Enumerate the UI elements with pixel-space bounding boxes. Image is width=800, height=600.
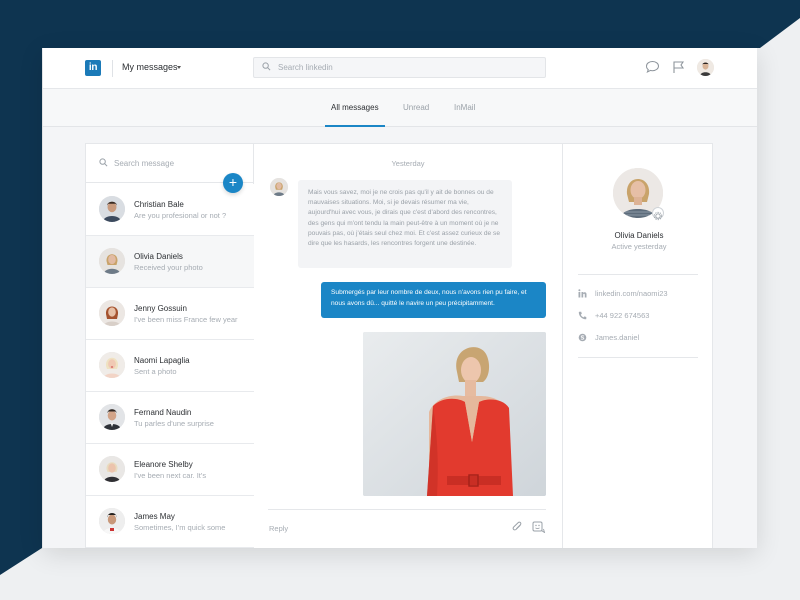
avatar (99, 404, 125, 430)
skype-icon (578, 333, 587, 342)
avatar (99, 300, 125, 326)
search-placeholder: Search message (114, 159, 175, 168)
outgoing-message: Submergés par leur nombre de deux, nous … (321, 282, 546, 318)
conversation-item[interactable]: Olivia Daniels Received your photo (86, 236, 254, 288)
flag-icon[interactable] (672, 60, 685, 74)
tab-inmail[interactable]: InMail (454, 103, 475, 112)
avatar (99, 508, 125, 534)
active-tab-indicator (325, 125, 385, 127)
tab-unread[interactable]: Unread (403, 103, 429, 112)
linkedin-url: linkedin.com/naomi23 (595, 289, 668, 298)
conversation-name: James May (134, 512, 175, 521)
linkedin-logo[interactable]: in (85, 60, 101, 76)
divider (112, 60, 113, 77)
linkedin-icon (578, 289, 587, 298)
conversation-item[interactable]: Naomi Lapaglia Sent a photo (86, 340, 254, 392)
conversation-preview: Are you profesional or not ? (134, 211, 227, 220)
avatar (99, 196, 125, 222)
date-separator: Yesterday (391, 159, 425, 168)
user-avatar[interactable] (697, 59, 714, 76)
conversation-preview: Tu parles d'une surprise (134, 419, 214, 428)
app-window: in My messages Search linkedin All messa… (43, 48, 757, 548)
conversation-name: Naomi Lapaglia (134, 356, 190, 365)
divider (578, 357, 698, 358)
conversation-sidebar: Search message + Christian Bale Are you … (86, 144, 254, 548)
message-tabs: All messages Unread InMail (43, 89, 757, 127)
chat-thread: Yesterday Mais vous savez, moi je ne cro… (254, 144, 562, 548)
phone-number: +44 922 674563 (595, 311, 650, 320)
emoji-icon[interactable] (532, 521, 546, 533)
conversation-preview: Received your photo (134, 263, 203, 272)
conversation-preview: I've been next car. It's (134, 471, 207, 480)
new-message-button[interactable]: + (223, 173, 243, 193)
profile-panel: Olivia Daniels Active yesterday linkedin… (562, 144, 714, 548)
profile-status: Active yesterday (611, 242, 667, 251)
search-placeholder: Search linkedin (278, 63, 333, 72)
tab-all-messages[interactable]: All messages (331, 103, 379, 112)
conversation-preview: Sometimes, I'm quick some (134, 523, 226, 532)
profile-linkedin[interactable]: linkedin.com/naomi23 (578, 288, 708, 300)
divider (268, 509, 546, 510)
conversation-name: Jenny Gossuin (134, 304, 187, 313)
conversation-item[interactable]: James May Sometimes, I'm quick some (86, 496, 254, 548)
conversation-item[interactable]: Fernand Naudin Tu parles d'une surprise (86, 392, 254, 444)
skype-handle: James.daniel (595, 333, 640, 342)
conversation-name: Eleanore Shelby (134, 460, 193, 469)
conversation-name: Fernand Naudin (134, 408, 192, 417)
conversation-list: Christian Bale Are you profesional or no… (86, 184, 254, 548)
phone-icon (578, 311, 587, 320)
avatar (99, 456, 125, 482)
chat-bubble-icon[interactable] (645, 60, 660, 74)
global-search-input[interactable]: Search linkedin (253, 57, 546, 78)
gear-icon[interactable] (652, 207, 664, 221)
messages-panel: Search message + Christian Bale Are you … (85, 143, 713, 548)
conversation-item[interactable]: Jenny Gossuin I've been miss France few … (86, 288, 254, 340)
incoming-message: Mais vous savez, moi je ne crois pas qu'… (298, 180, 512, 268)
shared-photo[interactable] (363, 332, 546, 496)
paperclip-icon[interactable] (512, 521, 524, 533)
profile-skype[interactable]: James.daniel (578, 332, 708, 344)
profile-name: Olivia Daniels (614, 231, 664, 240)
top-bar: in My messages Search linkedin (43, 48, 757, 89)
search-icon (262, 62, 271, 71)
conversation-item[interactable]: Eleanore Shelby I've been next car. It's (86, 444, 254, 496)
conversation-name: Olivia Daniels (134, 252, 183, 261)
avatar (99, 248, 125, 274)
reply-input[interactable]: Reply (269, 524, 288, 533)
conversation-name: Christian Bale (134, 200, 184, 209)
avatar (99, 352, 125, 378)
my-messages-dropdown[interactable]: My messages (122, 62, 178, 72)
sender-avatar (270, 178, 288, 196)
divider (578, 274, 698, 275)
conversation-preview: I've been miss France few year (134, 315, 238, 324)
search-icon (99, 158, 108, 167)
chevron-down-icon[interactable] (177, 66, 181, 69)
profile-phone[interactable]: +44 922 674563 (578, 310, 708, 322)
conversation-preview: Sent a photo (134, 367, 177, 376)
